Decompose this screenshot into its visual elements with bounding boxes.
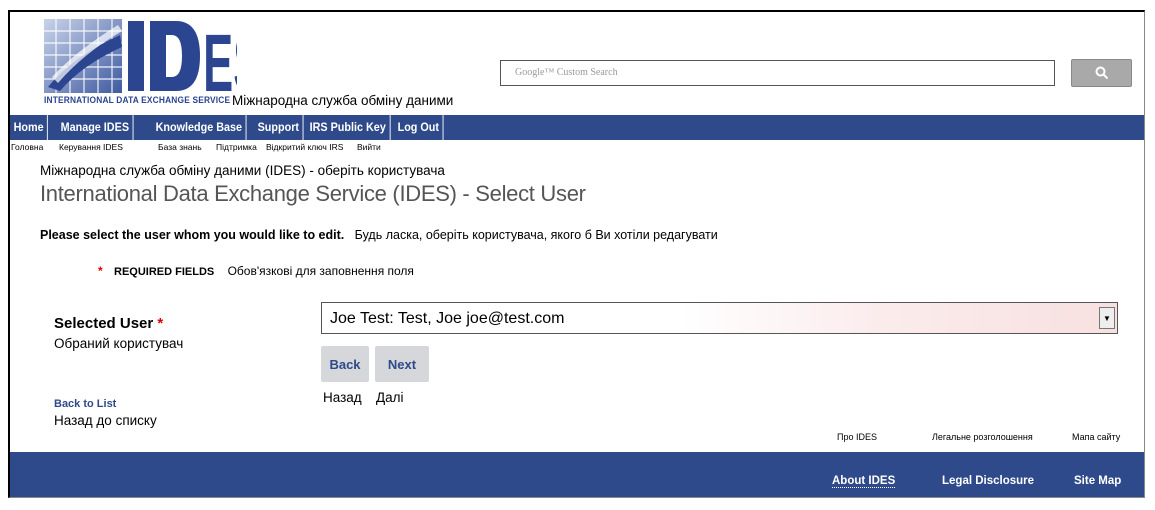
instruction-en: Please select the user whom you would li…: [40, 228, 345, 242]
nav-log-out-ua: Вийти: [357, 142, 381, 152]
nav-log-out[interactable]: Log Out: [394, 115, 444, 140]
nav-manage-ides[interactable]: Manage IDES: [57, 115, 134, 140]
nav-manage-ides-ua: Керування IDES: [59, 142, 123, 152]
next-button[interactable]: Next: [375, 346, 429, 382]
instruction-ua: Будь ласка, оберіть користувача, якого б…: [354, 228, 718, 242]
back-button-ua: Назад: [323, 390, 362, 405]
page-title: International Data Exchange Service (IDE…: [40, 181, 586, 206]
selected-user-select[interactable]: Joe Test: Test, Joe joe@test.com ▼: [321, 302, 1118, 334]
nav-home[interactable]: Home: [10, 115, 49, 140]
back-to-list-ua: Назад до списку: [54, 413, 157, 428]
selected-user-label-text: Selected User: [54, 315, 154, 332]
footer-legal-ua: Легальне розголошення: [932, 432, 1033, 442]
footer-about-link[interactable]: About IDES: [832, 475, 896, 488]
back-button[interactable]: Back: [321, 346, 369, 382]
selected-user-value: Joe Test: Test, Joe joe@test.com: [330, 310, 565, 327]
required-star-icon: *: [157, 315, 164, 332]
nav-support-ua: Підтримка: [216, 142, 257, 152]
logo-tagline: INTERNATIONAL DATA EXCHANGE SERVICE: [44, 95, 231, 106]
instruction-text: Please select the user whom you would li…: [40, 228, 718, 242]
dropdown-arrow-icon[interactable]: ▼: [1099, 307, 1115, 329]
page-subtitle-ua: Міжнародна служба обміну даними (IDES) -…: [40, 163, 445, 178]
nav-home-ua: Головна: [11, 142, 44, 152]
footer-sitemap-ua: Мапа сайту: [1072, 432, 1121, 442]
footer-about-ua: Про IDES: [837, 432, 877, 442]
main-nav: Home Manage IDES Knowledge Base Support …: [10, 115, 1144, 140]
back-to-list-link[interactable]: Back to List: [54, 398, 116, 410]
logo-ua-caption: Міжнародна служба обміну даними: [232, 93, 454, 108]
required-star-icon: *: [98, 264, 103, 278]
nav-knowledge-base[interactable]: Knowledge Base: [152, 115, 247, 140]
page-frame: ES INTERNATIONAL DATA EXCHANGE SERVICE М…: [8, 10, 1145, 498]
required-label: REQUIRED FIELDS: [114, 266, 215, 278]
footer-legal-link[interactable]: Legal Disclosure: [942, 475, 1034, 487]
required-ua: Обов'язкові для заповнення поля: [227, 264, 414, 278]
search-icon: [1095, 66, 1108, 80]
nav-support[interactable]: Support: [254, 115, 304, 140]
svg-text:ES: ES: [203, 18, 237, 97]
search-input[interactable]: Google™ Custom Search: [500, 60, 1055, 86]
nav-irs-public-key-ua: Відкритий ключ IRS: [266, 142, 344, 152]
ides-logo-graphic: ES: [44, 18, 263, 110]
search-button[interactable]: [1071, 59, 1132, 87]
nav-knowledge-base-ua: База знань: [158, 142, 202, 152]
search-placeholder: Google™ Custom Search: [515, 67, 618, 78]
footer-sitemap-link[interactable]: Site Map: [1074, 475, 1121, 487]
next-button-ua: Далі: [376, 390, 404, 405]
footer-bar: About IDES Legal Disclosure Site Map: [10, 452, 1144, 497]
selected-user-label: Selected User *: [54, 315, 163, 332]
nav-irs-public-key[interactable]: IRS Public Key: [306, 115, 391, 140]
selected-user-label-ua: Обраний користувач: [54, 336, 184, 351]
required-fields-note: * REQUIRED FIELDS Обов'язкові для заповн…: [98, 264, 414, 278]
